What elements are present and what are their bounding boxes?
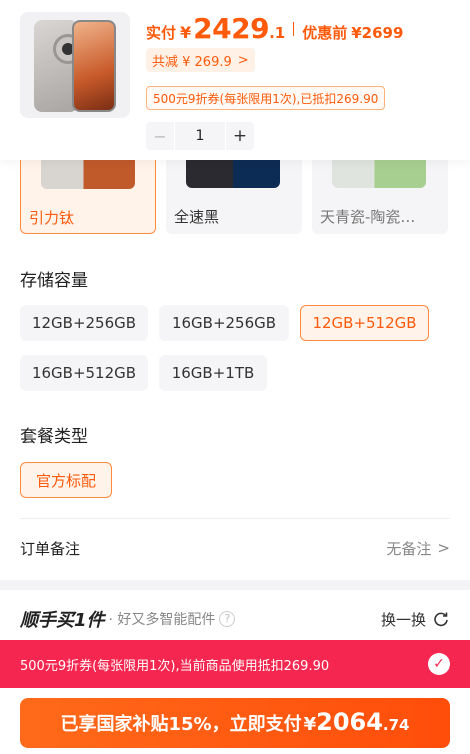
bundle-header: 顺手买1件 · 好又多智能配件 ? 换一换: [20, 604, 450, 634]
discount-total-text: 共减 ¥ 269.9: [152, 54, 232, 70]
increase-button[interactable]: +: [226, 126, 254, 146]
pay-amount-decimal: .74: [382, 716, 410, 734]
chevron-right-icon: >: [237, 52, 249, 68]
pay-button-text: 已享国家补贴15%，立即支付: [60, 714, 302, 735]
bundle-tagline: · 好又多智能配件: [108, 612, 216, 628]
section-gap: [0, 580, 470, 590]
storage-section-title: 存储容量: [20, 271, 88, 291]
price-row: 实付 ¥ 2429 .1 优惠前 ¥2699: [146, 12, 403, 45]
help-icon[interactable]: ?: [219, 611, 236, 627]
decrease-button[interactable]: −: [146, 127, 174, 146]
package-option-standard[interactable]: 官方标配: [20, 462, 112, 498]
product-header: 实付 ¥ 2429 .1 优惠前 ¥2699 共减 ¥ 269.9 > 500元…: [0, 0, 470, 160]
storage-option-12-256[interactable]: 12GB+256GB: [20, 305, 148, 341]
order-remark-row[interactable]: 订单备注 无备注 >: [20, 536, 450, 560]
refresh-label: 换一换: [380, 610, 426, 629]
quantity-value[interactable]: 1: [174, 122, 226, 150]
bundle-title-group: 顺手买1件 · 好又多智能配件 ?: [20, 606, 236, 632]
currency-symbol: ¥: [180, 23, 192, 42]
storage-option-12-512[interactable]: 12GB+512GB: [300, 305, 429, 341]
refresh-icon: [434, 612, 448, 627]
coupon-bar-text: 500元9折券(每张限用1次),当前商品使用抵扣269.90: [20, 658, 330, 674]
check-icon[interactable]: ✓: [428, 653, 450, 675]
order-remark-value: 无备注: [386, 539, 432, 558]
pay-currency: ¥: [303, 714, 317, 735]
price-separator: [293, 21, 295, 36]
color-label: 天青瓷-陶瓷…: [320, 208, 416, 226]
product-thumbnail[interactable]: [20, 12, 130, 118]
order-remark-value-wrap: 无备注 >: [386, 538, 450, 559]
divider: [20, 518, 450, 519]
package-section-title: 套餐类型: [20, 427, 88, 447]
actual-price-label: 实付: [146, 24, 177, 42]
bundle-brand: 顺手买1件: [20, 610, 105, 631]
pay-now-button[interactable]: 已享国家补贴15%，立即支付 ¥ 2064 .74: [20, 698, 450, 748]
order-remark-label: 订单备注: [20, 539, 81, 558]
storage-option-16-256[interactable]: 16GB+256GB: [159, 305, 289, 341]
original-price: ¥2699: [351, 24, 404, 42]
color-label: 全速黑: [174, 208, 220, 226]
storage-option-16-512[interactable]: 16GB+512GB: [20, 355, 148, 391]
refresh-button[interactable]: 换一换: [381, 609, 450, 630]
discount-total-button[interactable]: 共减 ¥ 269.9 >: [146, 48, 255, 72]
color-label: 引力钛: [29, 209, 75, 227]
chevron-right-icon: >: [437, 539, 450, 557]
original-price-label: 优惠前: [302, 24, 348, 42]
pay-amount-integer: 2064: [316, 708, 383, 736]
storage-option-16-1tb[interactable]: 16GB+1TB: [159, 355, 267, 391]
coupon-applied-tag: 500元9折券(每张限用1次),已抵扣269.90: [146, 86, 386, 110]
quantity-stepper: − 1 +: [146, 122, 254, 150]
coupon-bar[interactable]: 500元9折券(每张限用1次),当前商品使用抵扣269.90 ✓: [0, 640, 470, 688]
phone-front-image: [72, 20, 116, 112]
actual-price-integer: 2429: [193, 12, 270, 45]
actual-price-decimal: .1: [269, 24, 286, 42]
